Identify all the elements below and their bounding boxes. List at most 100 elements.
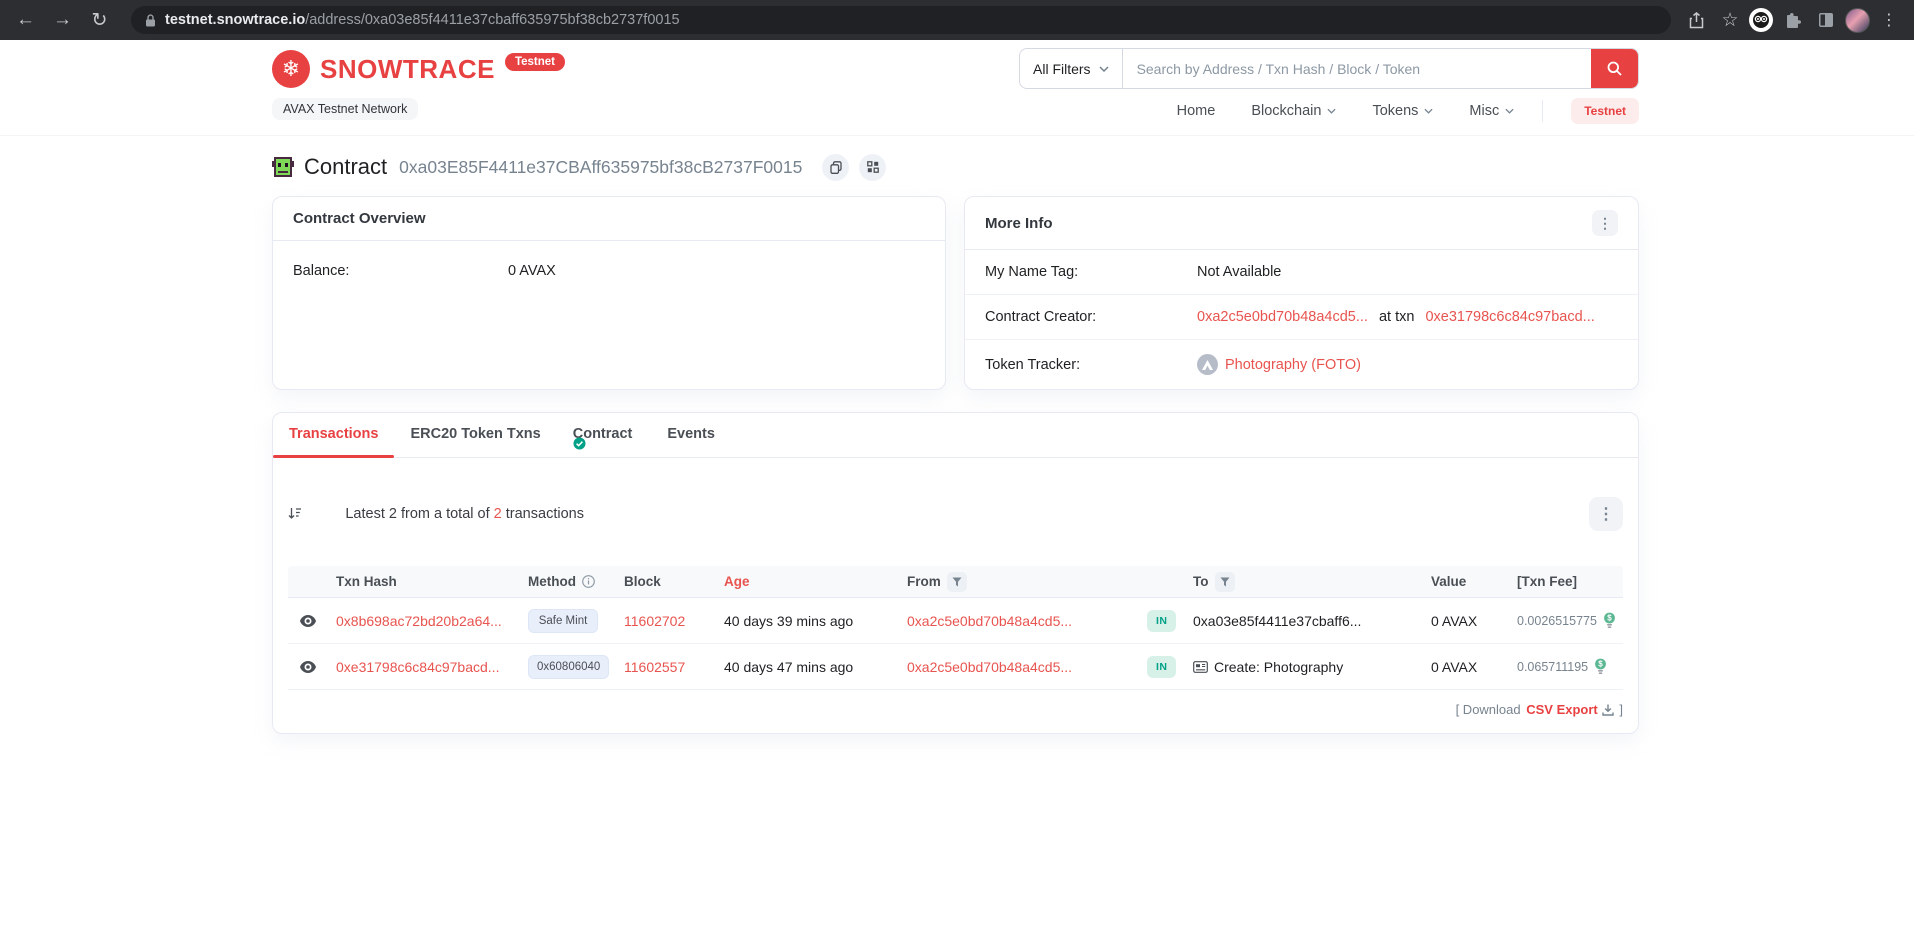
txn-hash-link[interactable]: 0xe31798c6c84c97bacd... [336, 659, 499, 675]
creator-address-link[interactable]: 0xa2c5e0bd70b48a4cd5... [1197, 309, 1368, 325]
txn-fee-cell: 0.0026515775$ [1513, 612, 1623, 629]
site-header: ❄ SNOWTRACE Testnet AVAX Testnet Network… [0, 40, 1914, 136]
col-to: To [1189, 572, 1427, 592]
block-link[interactable]: 11602702 [624, 613, 685, 629]
balance-row: Balance: 0 AVAX [273, 241, 945, 293]
nav-misc[interactable]: Misc [1469, 103, 1514, 119]
chevron-down-icon [1327, 108, 1336, 114]
transactions-summary: Latest 2 from a total of 2 transactions [288, 475, 584, 552]
nav-tokens[interactable]: Tokens [1372, 103, 1433, 119]
share-icon[interactable] [1681, 4, 1711, 36]
browser-profile-avatar[interactable] [1845, 8, 1870, 33]
transactions-table: Txn Hash Method Block Age From To Value … [288, 566, 1623, 690]
svg-text:$: $ [1598, 660, 1603, 669]
nav-testnet-button[interactable]: Testnet [1571, 98, 1639, 124]
more-info-menu-button[interactable]: ⋮ [1592, 210, 1618, 236]
side-panel-icon[interactable] [1811, 4, 1841, 36]
more-info-card-title: More Info [985, 215, 1053, 232]
browser-menu-icon[interactable]: ⋮ [1874, 4, 1904, 36]
url-path: /address/0xa03e85f4411e37cbaff635975bf38… [305, 12, 679, 28]
col-age[interactable]: Age [720, 574, 903, 589]
tab-contract[interactable]: Contract [557, 413, 652, 457]
value-cell: 0 AVAX [1427, 613, 1513, 629]
direction-badge: IN [1147, 656, 1176, 678]
table-header-row: Txn Hash Method Block Age From To Value … [288, 566, 1623, 598]
chevron-down-icon [1424, 108, 1433, 114]
nav-blockchain[interactable]: Blockchain [1251, 103, 1336, 119]
copy-address-button[interactable] [822, 154, 849, 181]
search-filter-dropdown[interactable]: All Filters [1020, 49, 1123, 88]
search-input[interactable] [1123, 49, 1591, 88]
from-address-link[interactable]: 0xa2c5e0bd70b48a4cd5... [907, 659, 1072, 675]
col-method: Method [524, 574, 620, 589]
copy-icon [830, 161, 842, 174]
direction-badge: IN [1147, 610, 1176, 632]
creator-at-txn-text: at txn [1375, 309, 1419, 325]
tab-erc20-token-txns[interactable]: ERC20 Token Txns [394, 413, 556, 457]
browser-refresh-icon[interactable]: ↻ [84, 4, 115, 36]
csv-export-link[interactable]: CSV Export [1526, 702, 1614, 717]
page-title-row: Contract 0xa03E85F4411e37CBAff635975bf38… [272, 152, 1639, 182]
brand-logo[interactable]: ❄ SNOWTRACE Testnet [272, 50, 565, 88]
contract-avatar-icon [272, 157, 294, 177]
transactions-card: Transactions ERC20 Token Txns Contract E… [272, 412, 1639, 734]
tabs: Transactions ERC20 Token Txns Contract E… [273, 413, 1638, 458]
bookmark-star-icon[interactable]: ☆ [1715, 4, 1745, 36]
col-txn-fee: [Txn Fee] [1513, 574, 1623, 589]
balance-value: 0 AVAX [508, 263, 556, 279]
view-txn-eye-button[interactable] [300, 661, 316, 673]
token-tracker-row: Token Tracker: Photography (FOTO) [965, 339, 1638, 389]
network-pill: AVAX Testnet Network [272, 98, 418, 120]
brand-testnet-badge: Testnet [505, 53, 565, 71]
txn-hash-link[interactable]: 0x8b698ac72bd20b2a64... [336, 613, 502, 629]
token-tracker-link[interactable]: Photography (FOTO) [1225, 357, 1361, 373]
funnel-icon [952, 577, 962, 587]
col-txn-hash: Txn Hash [332, 574, 524, 589]
search-button[interactable] [1591, 49, 1638, 88]
eye-icon [300, 615, 316, 627]
address-bar[interactable]: testnet.snowtrace.io/address/0xa03e85f44… [131, 6, 1671, 34]
tx-table-body: 0x8b698ac72bd20b2a64... Safe Mint 11602702… [288, 598, 1623, 690]
from-filter-button[interactable] [947, 572, 967, 592]
qr-code-button[interactable] [859, 154, 886, 181]
verified-check-icon [573, 437, 636, 450]
info-icon[interactable] [582, 575, 595, 588]
value-cell: 0 AVAX [1427, 659, 1513, 675]
chevron-down-icon [1099, 66, 1109, 72]
overview-card-title: Contract Overview [293, 210, 426, 227]
age-cell: 40 days 47 mins ago [720, 659, 903, 675]
nav-home[interactable]: Home [1177, 103, 1216, 119]
to-cell: 0xa03e85f4411e37cbaff6... [1189, 613, 1427, 629]
download-icon [1602, 704, 1614, 716]
nav-divider [1542, 100, 1543, 122]
from-address-link[interactable]: 0xa2c5e0bd70b48a4cd5... [907, 613, 1072, 629]
contract-overview-card: Contract Overview Balance: 0 AVAX [272, 196, 946, 390]
gas-bulb-icon[interactable]: $ [1594, 658, 1607, 675]
tab-transactions[interactable]: Transactions [273, 413, 394, 457]
method-badge: Safe Mint [528, 609, 598, 633]
to-filter-button[interactable] [1215, 572, 1235, 592]
table-row: 0x8b698ac72bd20b2a64... Safe Mint 11602702… [288, 598, 1623, 644]
name-tag-label: My Name Tag: [985, 264, 1197, 280]
block-link[interactable]: 11602557 [624, 659, 685, 675]
table-options-button[interactable]: ⋮ [1589, 497, 1623, 531]
svg-text:$: $ [1607, 614, 1612, 623]
name-tag-row: My Name Tag: Not Available [965, 250, 1638, 294]
name-tag-value: Not Available [1197, 264, 1281, 280]
col-value: Value [1427, 574, 1513, 589]
browser-back-icon[interactable]: ← [10, 4, 41, 36]
extension-owl-icon[interactable] [1749, 8, 1773, 32]
age-cell: 40 days 39 mins ago [720, 613, 903, 629]
chevron-down-icon [1505, 108, 1514, 114]
view-txn-eye-button[interactable] [300, 615, 316, 627]
browser-toolbar: ← → ↻ testnet.snowtrace.io/address/0xa03… [0, 0, 1914, 40]
browser-forward-icon[interactable]: → [47, 4, 78, 36]
extensions-puzzle-icon[interactable] [1777, 4, 1807, 36]
contract-doc-icon [1193, 661, 1208, 673]
qr-code-icon [867, 161, 879, 173]
tab-events[interactable]: Events [651, 413, 731, 457]
creator-txn-link[interactable]: 0xe31798c6c84c97bacd... [1425, 309, 1594, 325]
top-nav: Home Blockchain Tokens Misc Testnet [1177, 98, 1639, 124]
contract-creator-row: Contract Creator: 0xa2c5e0bd70b48a4cd5..… [965, 294, 1638, 339]
gas-bulb-icon[interactable]: $ [1603, 612, 1616, 629]
